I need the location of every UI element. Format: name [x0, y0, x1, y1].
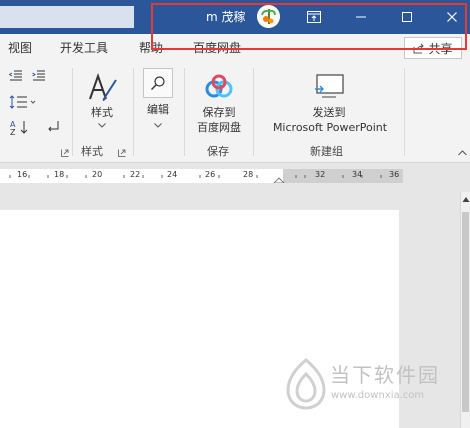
ruler-tick-label: 34 [352, 170, 363, 179]
watermark-url: www.downxia.com [331, 390, 425, 401]
increase-indent-button[interactable] [31, 68, 47, 84]
search-box[interactable] [0, 6, 134, 28]
ruler-tick-label: 28 [243, 170, 254, 179]
avatar[interactable] [257, 5, 280, 28]
share-label: 共享 [428, 41, 453, 56]
styles-dropdown[interactable] [96, 121, 108, 129]
group-separator [133, 68, 134, 156]
decrease-indent-button[interactable] [8, 68, 24, 84]
dialog-launcher-icon [61, 149, 69, 157]
styles-icon [89, 72, 117, 101]
ruler-tick-label: 36 [389, 170, 400, 179]
ruler-tick-label: 24 [167, 170, 178, 179]
ruler-tick-label: 26 [205, 170, 216, 179]
user-name[interactable]: m 茂稼 [206, 9, 246, 25]
scroll-thumb[interactable] [462, 212, 469, 412]
chevron-up-icon [457, 150, 467, 156]
show-formatting-marks-button[interactable] [44, 118, 64, 136]
dialog-launcher-icon [118, 149, 126, 157]
ruler-row: 16 18 20 22 24 26 28 32 34 36 [0, 163, 470, 192]
avatar-image [257, 5, 280, 28]
watermark-text: 当下软件园 [330, 363, 440, 387]
save-to-baidu-label-1: 保存到 [202, 106, 236, 119]
save-to-baidu-button[interactable] [204, 72, 234, 102]
send-to-powerpoint-icon [315, 74, 344, 98]
baidu-netdisk-icon [205, 74, 233, 98]
ribbon-tabs: 视图 开发工具 帮助 百度网盘 [0, 34, 470, 60]
tab-baidu-netdisk[interactable]: 百度网盘 [193, 40, 241, 56]
styles-button[interactable] [82, 70, 122, 106]
ruler-tick-label: 22 [130, 170, 141, 179]
ribbon-display-options-button[interactable] [301, 4, 327, 30]
group-separator [72, 68, 73, 156]
tab-view[interactable]: 视图 [8, 40, 32, 56]
collapse-ribbon-button[interactable] [456, 148, 468, 158]
group-separator [253, 68, 254, 156]
ruler-tick-label: 18 [54, 170, 65, 179]
styles-label: 样式 [91, 106, 113, 119]
group-separator [404, 68, 405, 156]
new-group-label: 新建组 [310, 145, 343, 158]
paragraph-dialog-launcher[interactable] [60, 148, 70, 158]
send-to-label-1: 发送到 [312, 106, 346, 119]
scroll-up-icon[interactable] [462, 196, 470, 203]
chevron-down-icon [154, 122, 162, 128]
editing-label: 编辑 [147, 103, 169, 116]
svg-text:Z: Z [10, 128, 16, 135]
decrease-indent-icon [9, 70, 22, 81]
maximize-button[interactable] [394, 4, 420, 30]
tab-developer[interactable]: 开发工具 [60, 40, 108, 56]
search-icon [151, 76, 165, 90]
styles-group-label: 样式 [81, 145, 103, 158]
minimize-button[interactable] [348, 4, 374, 30]
chevron-down-icon [98, 122, 106, 128]
styles-dialog-launcher[interactable] [117, 148, 127, 158]
maximize-icon [402, 12, 412, 22]
line-spacing-button[interactable] [8, 94, 38, 110]
send-to-label-2: Microsoft PowerPoint [272, 121, 388, 134]
close-button[interactable] [439, 4, 465, 30]
share-button[interactable]: 共享 [404, 37, 462, 59]
tab-help[interactable]: 帮助 [139, 40, 163, 56]
ribbon-body: A Z 样式 样式 编辑 保存到 百度网盘 保存 发送到 Microsoft P… [0, 60, 470, 163]
editing-dropdown[interactable] [152, 121, 164, 129]
ruler-tick-label: 16 [17, 170, 28, 179]
sort-icon: A Z [10, 120, 28, 135]
group-separator [184, 68, 185, 156]
save-group-label: 保存 [207, 145, 229, 158]
sort-button[interactable]: A Z [8, 118, 34, 136]
minimize-icon [356, 16, 366, 18]
close-icon [447, 12, 457, 22]
word-window: m 茂稼 视图 开发工具 帮助 百度网盘 共享 A Z 样式 样式 编辑 保存到… [0, 0, 470, 428]
title-bar: m 茂稼 [0, 0, 470, 34]
ribbon-display-icon [307, 11, 321, 23]
ruler-tick-label: 20 [92, 170, 103, 179]
send-to-powerpoint-button[interactable] [313, 72, 345, 102]
line-spacing-icon [9, 95, 36, 109]
save-to-baidu-label-2: 百度网盘 [197, 121, 241, 134]
vertical-scrollbar[interactable] [460, 192, 470, 428]
watermark-logo [286, 358, 326, 410]
share-icon [413, 43, 425, 53]
editing-button[interactable] [143, 68, 173, 98]
paragraph-mark-icon [48, 121, 59, 132]
increase-indent-icon [32, 70, 45, 81]
ruler-tick-label: 32 [315, 170, 326, 179]
